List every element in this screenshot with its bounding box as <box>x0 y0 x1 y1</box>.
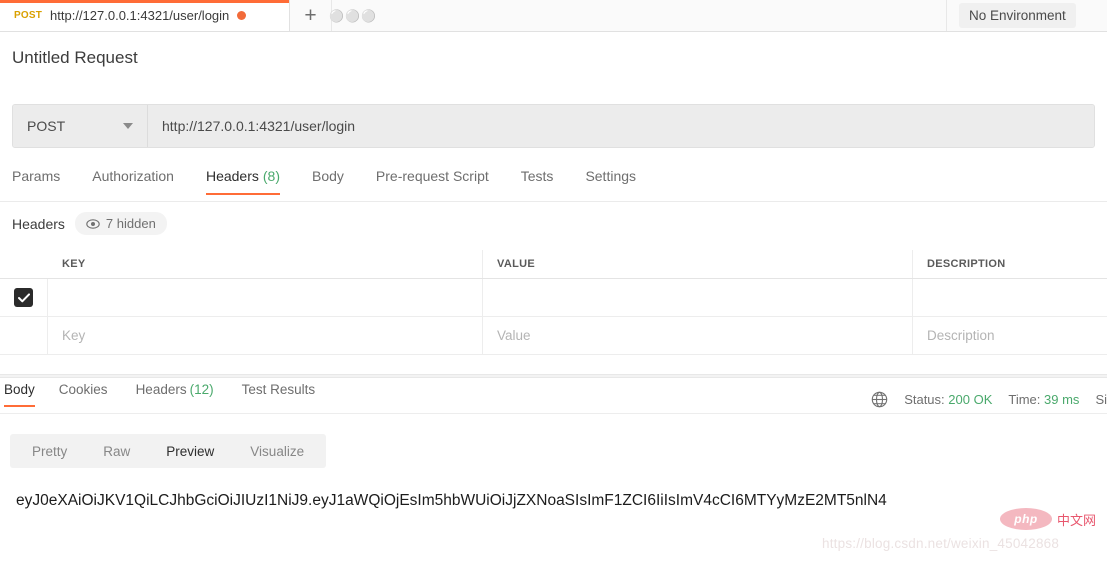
url-input[interactable]: http://127.0.0.1:4321/user/login <box>148 105 1094 147</box>
time-label: Time: <box>1008 391 1041 407</box>
tab-tests-label: Tests <box>520 168 554 184</box>
tab-headers[interactable]: Headers (8) <box>190 168 296 195</box>
http-method-value: POST <box>27 118 66 134</box>
response-pane-divider[interactable] <box>0 374 1107 378</box>
view-mode-preview-label: Preview <box>166 443 215 459</box>
view-mode-visualize[interactable]: Visualize <box>232 434 322 468</box>
chevron-down-icon <box>123 123 133 129</box>
tab-strip-spacer <box>374 0 947 31</box>
row-checkbox-cell <box>0 279 48 316</box>
header-cell-description: DESCRIPTION <box>913 250 1107 278</box>
response-tab-test-results[interactable]: Test Results <box>228 382 330 407</box>
tab-pre-request-script[interactable]: Pre-request Script <box>360 168 505 195</box>
plus-icon: + <box>304 4 317 27</box>
header-cell-checkbox <box>0 250 48 278</box>
placeholder-description-input[interactable]: Description <box>913 317 1107 354</box>
hidden-headers-count: 7 hidden <box>105 216 156 231</box>
tab-settings[interactable]: Settings <box>569 168 652 195</box>
tab-url-label: http://127.0.0.1:4321/user/login <box>50 8 230 23</box>
hidden-headers-toggle[interactable]: 7 hidden <box>74 212 167 235</box>
row-key-input[interactable] <box>48 279 483 316</box>
status-label: Status: <box>904 391 945 407</box>
response-body-text: eyJ0eXAiOiJKV1QiLCJhbGciOiJIUzI1NiJ9.eyJ… <box>16 492 887 509</box>
tab-params[interactable]: Params <box>0 168 76 195</box>
response-tab-headers-label: Headers <box>135 382 187 397</box>
tab-strip: POST http://127.0.0.1:4321/user/login + … <box>0 0 1107 32</box>
table-row <box>0 279 1107 317</box>
tab-headers-count: (8) <box>262 168 280 184</box>
tab-authorization-label: Authorization <box>92 168 174 184</box>
tab-tests[interactable]: Tests <box>505 168 570 195</box>
tab-method-badge: POST <box>14 10 43 21</box>
tab-options-button[interactable]: ⚪⚪⚪ <box>329 0 377 31</box>
request-tab[interactable]: POST http://127.0.0.1:4321/user/login <box>0 0 290 31</box>
header-cell-value: VALUE <box>483 250 913 278</box>
view-mode-preview[interactable]: Preview <box>148 434 232 468</box>
placeholder-key-text: Key <box>62 328 86 343</box>
response-tab-body[interactable]: Body <box>0 382 45 407</box>
tab-authorization[interactable]: Authorization <box>76 168 190 195</box>
table-header-row: KEY VALUE DESCRIPTION <box>0 250 1107 279</box>
response-view-toggle: Pretty Raw Preview Visualize <box>10 434 327 468</box>
headers-table: KEY VALUE DESCRIPTION Key Value Descript… <box>0 250 1107 355</box>
csdn-watermark: https://blog.csdn.net/weixin_45042868 <box>822 536 1060 551</box>
response-tab-cookies-label: Cookies <box>58 382 108 397</box>
headers-section-label: Headers <box>12 215 65 232</box>
time-value: 39 ms <box>1044 391 1080 407</box>
table-row-placeholder: Key Value Description <box>0 317 1107 355</box>
unsaved-changes-dot <box>237 11 247 20</box>
response-tab-headers[interactable]: Headers (12) <box>122 382 228 407</box>
header-cell-key: KEY <box>48 250 483 278</box>
view-mode-pretty-label: Pretty <box>32 443 68 459</box>
column-key-label: KEY <box>62 258 86 270</box>
view-mode-pretty[interactable]: Pretty <box>14 434 85 468</box>
status-value: 200 OK <box>948 391 993 407</box>
tab-pre-request-script-label: Pre-request Script <box>375 168 489 184</box>
new-tab-button[interactable]: + <box>290 0 332 31</box>
eye-icon <box>86 218 100 229</box>
url-bar: POST http://127.0.0.1:4321/user/login <box>12 104 1095 148</box>
placeholder-value-input[interactable]: Value <box>483 317 913 354</box>
tab-body-label: Body <box>312 168 344 184</box>
response-tab-cookies[interactable]: Cookies <box>45 382 122 407</box>
response-tab-headers-count: (12) <box>189 382 214 397</box>
response-tab-test-results-label: Test Results <box>241 382 316 397</box>
checkmark-icon <box>17 292 30 302</box>
tab-settings-label: Settings <box>585 168 637 184</box>
postman-window: POST http://127.0.0.1:4321/user/login + … <box>0 0 1107 561</box>
time-group: Time: 39 ms <box>1008 392 1079 407</box>
row-description-input[interactable] <box>913 279 1107 316</box>
environment-selector[interactable]: No Environment <box>959 3 1076 28</box>
view-mode-visualize-label: Visualize <box>250 443 305 459</box>
placeholder-value-text: Value <box>497 328 531 343</box>
row-value-input[interactable] <box>483 279 913 316</box>
http-method-select[interactable]: POST <box>13 105 148 147</box>
placeholder-description-text: Description <box>927 328 995 343</box>
column-description-label: DESCRIPTION <box>927 258 1006 270</box>
placeholder-checkbox-cell <box>0 317 48 354</box>
row-enabled-checkbox[interactable] <box>14 288 33 307</box>
tab-headers-label: Headers <box>205 168 259 184</box>
view-mode-raw-label: Raw <box>103 443 131 459</box>
view-mode-raw[interactable]: Raw <box>85 434 148 468</box>
globe-icon[interactable] <box>871 391 888 408</box>
tab-params-label: Params <box>12 168 61 184</box>
status-group: Status: 200 OK <box>904 392 992 407</box>
tab-body[interactable]: Body <box>296 168 360 195</box>
size-label: Si <box>1095 391 1107 407</box>
ellipsis-icon: ⚪⚪⚪ <box>329 8 377 23</box>
request-tabs: Params Authorization Headers (8) Body Pre… <box>0 168 1107 202</box>
response-tab-body-label: Body <box>4 382 35 397</box>
column-value-label: VALUE <box>497 258 535 270</box>
placeholder-key-input[interactable]: Key <box>48 317 483 354</box>
response-meta: Status: 200 OK Time: 39 ms Si <box>871 388 1107 410</box>
request-name-title: Untitled Request <box>12 48 138 67</box>
headers-subbar: Headers 7 hidden <box>12 212 167 235</box>
environment-area: No Environment <box>947 0 1107 31</box>
